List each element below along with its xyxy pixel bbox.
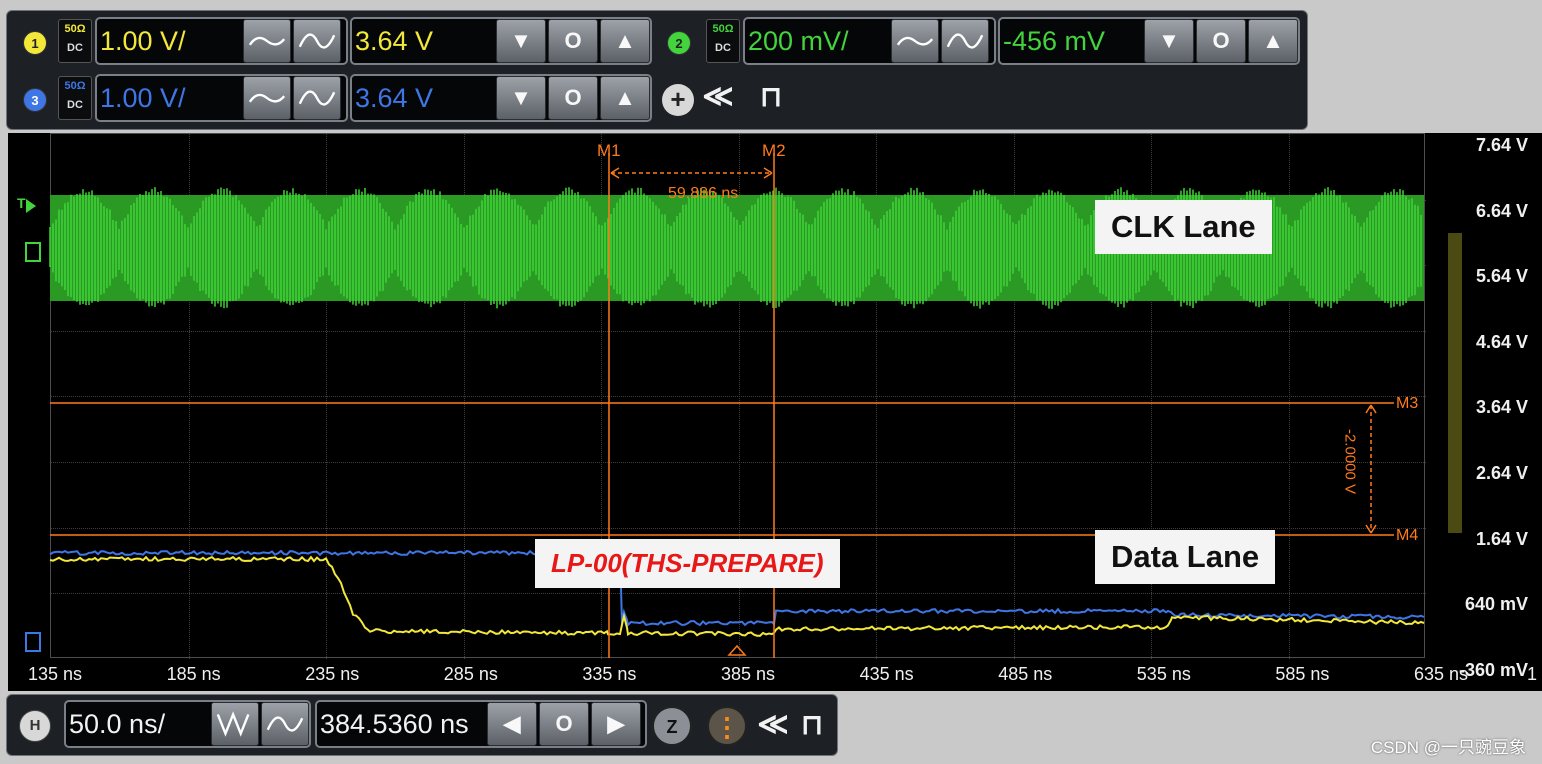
- wave-filter-icon[interactable]: [891, 19, 939, 63]
- pin-icon[interactable]: ⊓: [797, 706, 827, 746]
- channel-2-scale-value: 200 mV/: [748, 26, 849, 56]
- channel-2-impedance: 50Ω: [707, 20, 739, 39]
- voltage-axis-label: 640 mV: [1465, 594, 1528, 615]
- channel-3-impedance: 50Ω: [59, 77, 91, 96]
- wave-filter-icon[interactable]: [243, 76, 291, 120]
- channel-1-coupling-mode: DC: [59, 39, 91, 58]
- time-axis-extra-label: 1: [1527, 664, 1537, 685]
- chevron-up-icon[interactable]: ▲: [600, 19, 650, 63]
- channel-2-button[interactable]: 2: [667, 31, 691, 55]
- channel-3-coupling-mode: DC: [59, 96, 91, 115]
- horizontal-filter-buttons: [211, 702, 309, 746]
- horizontal-position-value: 384.5360 ns: [320, 709, 469, 739]
- more-options-icon[interactable]: ⋮: [707, 706, 747, 746]
- ground-marker-icon: [26, 243, 40, 261]
- clk-lane-annotation: CLK Lane: [1095, 200, 1272, 254]
- add-channel-icon[interactable]: +: [662, 84, 694, 116]
- zoom-icon[interactable]: Z: [652, 706, 692, 746]
- time-axis-label: 135 ns: [28, 664, 82, 685]
- time-axis-label: 485 ns: [998, 664, 1052, 685]
- trigger-position-icon: [729, 646, 745, 655]
- marker-m4-label: M4: [1396, 527, 1418, 545]
- time-axis-label: 335 ns: [582, 664, 636, 685]
- ground-marker-ch3-icon: [26, 633, 40, 651]
- channel-3-button[interactable]: 3: [23, 88, 47, 112]
- zero-icon[interactable]: O: [1196, 19, 1246, 63]
- channel-1-impedance: 50Ω: [59, 20, 91, 39]
- time-axis-label: 585 ns: [1275, 664, 1329, 685]
- chevron-up-icon[interactable]: ▲: [600, 76, 650, 120]
- wave-filter-icon[interactable]: [243, 19, 291, 63]
- sine-filter-icon[interactable]: [293, 19, 341, 63]
- channel-2-offset-value: -456 mV: [1003, 26, 1105, 56]
- watermark: CSDN @一只豌豆象: [1371, 733, 1526, 758]
- channel-1-filter-buttons: [243, 19, 341, 63]
- channel-2-scale-bar: [1448, 233, 1462, 533]
- time-axis-label: 435 ns: [860, 664, 914, 685]
- chevron-down-icon[interactable]: ▼: [496, 19, 546, 63]
- chevron-down-icon[interactable]: ▼: [496, 76, 546, 120]
- channel-3-offset-value: 3.64 V: [355, 83, 433, 113]
- zero-icon[interactable]: O: [539, 702, 589, 746]
- channel-2-coupling-mode: DC: [707, 39, 739, 58]
- time-axis-label: 535 ns: [1137, 664, 1191, 685]
- sine-filter-icon[interactable]: [293, 76, 341, 120]
- waveform-display[interactable]: T M1 M2 59.886 ns M3 M4 -2.0000 V CLK La…: [8, 133, 1542, 691]
- marker-m3-label: M3: [1396, 395, 1418, 413]
- time-axis-label: 235 ns: [305, 664, 359, 685]
- voltage-axis-label: 2.64 V: [1476, 463, 1528, 484]
- chevron-down-icon[interactable]: ▼: [1144, 19, 1194, 63]
- time-axis-label: 185 ns: [167, 664, 221, 685]
- waveform-plot: [8, 133, 1542, 691]
- voltage-axis-label: 1.64 V: [1476, 529, 1528, 550]
- channel-3-scale-value: 1.00 V/: [100, 83, 186, 113]
- trigger-level-icon: [26, 199, 36, 213]
- horizontal-button[interactable]: H: [19, 710, 51, 742]
- horizontal-position-buttons: ◀ O ▶: [487, 702, 641, 746]
- channel-1-coupling[interactable]: 50Ω DC: [58, 19, 92, 63]
- pin-icon[interactable]: ⊓: [756, 80, 786, 116]
- time-axis-label: 635 ns: [1414, 664, 1468, 685]
- time-axis-label: 285 ns: [444, 664, 498, 685]
- trigger-label: T: [17, 195, 26, 211]
- channel-1-button[interactable]: 1: [23, 31, 47, 55]
- channel-2-coupling[interactable]: 50Ω DC: [706, 19, 740, 63]
- channel-2-offset-buttons: ▼ O ▲: [1144, 19, 1298, 63]
- voltage-axis-label: 5.64 V: [1476, 266, 1528, 287]
- voltage-axis-label: 3.64 V: [1476, 397, 1528, 418]
- zero-icon[interactable]: O: [548, 19, 598, 63]
- collapse-icon[interactable]: ≪: [755, 706, 791, 746]
- voltage-axis-label: 4.64 V: [1476, 332, 1528, 353]
- chevron-left-icon[interactable]: ◀: [487, 702, 537, 746]
- channel-1-offset-value: 3.64 V: [355, 26, 433, 56]
- waveform-mode-icon[interactable]: [211, 702, 259, 746]
- lp-00-annotation: LP-00(THS-PREPARE): [535, 539, 840, 588]
- channel-1-offset-buttons: ▼ O ▲: [496, 19, 650, 63]
- channel-2-filter-buttons: [891, 19, 989, 63]
- voltage-axis-label: 7.64 V: [1476, 135, 1528, 156]
- chevron-up-icon[interactable]: ▲: [1248, 19, 1298, 63]
- sine-mode-icon[interactable]: [261, 702, 309, 746]
- chevron-right-icon[interactable]: ▶: [591, 702, 641, 746]
- horizontal-scale-value: 50.0 ns/: [69, 709, 165, 739]
- delta-t-label: 59.886 ns: [668, 185, 738, 203]
- marker-m2-label: M2: [762, 141, 786, 161]
- delta-v-label: -2.0000 V: [1342, 417, 1359, 507]
- time-axis-label: 385 ns: [721, 664, 775, 685]
- voltage-axis-label: 6.64 V: [1476, 201, 1528, 222]
- voltage-axis-label: -360 mV: [1459, 660, 1528, 681]
- data-lane-annotation: Data Lane: [1095, 530, 1275, 584]
- channel-3-offset-buttons: ▼ O ▲: [496, 76, 650, 120]
- collapse-icon[interactable]: ≪: [700, 80, 736, 116]
- sine-filter-icon[interactable]: [941, 19, 989, 63]
- zero-icon[interactable]: O: [548, 76, 598, 120]
- channel-3-coupling[interactable]: 50Ω DC: [58, 76, 92, 120]
- channel-3-filter-buttons: [243, 76, 341, 120]
- channel-1-scale-value: 1.00 V/: [100, 26, 186, 56]
- marker-m1-label: M1: [597, 141, 621, 161]
